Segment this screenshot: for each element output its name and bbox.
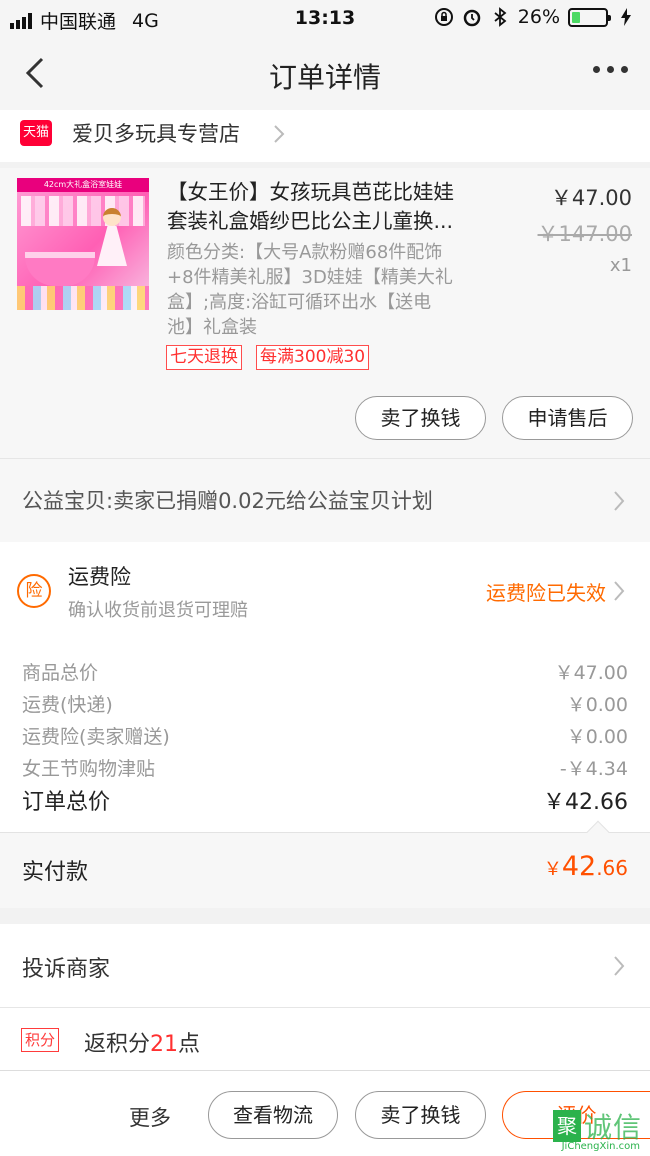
charging-icon	[616, 7, 636, 27]
more-menu-icon[interactable]	[593, 66, 628, 73]
sell-button[interactable]: 卖了换钱	[355, 1091, 486, 1139]
chevron-right-icon	[274, 125, 285, 143]
charity-text: 公益宝贝:卖家已捐赠0.02元给公益宝贝计划	[22, 489, 433, 513]
breakdown-row: 女王节购物津贴 -￥4.34	[22, 758, 628, 780]
status-right: 26%	[434, 6, 636, 28]
charity-row[interactable]: 公益宝贝:卖家已捐赠0.02元给公益宝贝计划	[0, 458, 650, 542]
status-bar: 中国联通 4G 13:13 26%	[0, 0, 650, 36]
product-image-banner: 42cm大礼盒浴室娃娃	[17, 178, 149, 192]
order-total-value: ￥42.66	[543, 790, 628, 815]
nav-bar: 订单详情	[0, 36, 650, 110]
complain-seller-row[interactable]: 投诉商家	[0, 924, 650, 1008]
breakdown-row: 运费(快递) ￥0.00	[22, 694, 628, 716]
product-price: ￥47.00	[550, 186, 632, 210]
paid-amount: ￥42.66	[543, 851, 628, 882]
product-original-price: ￥147.00	[537, 222, 632, 246]
rotation-lock-icon	[434, 7, 454, 27]
after-sale-button[interactable]: 申请售后	[502, 396, 633, 440]
product-quantity: x1	[609, 255, 632, 276]
product-card[interactable]: 42cm大礼盒浴室娃娃 【女王价】女孩玩具芭芘比娃娃 套装礼盒婚纱巴比公主儿童换…	[0, 168, 650, 458]
price-breakdown: 商品总价 ￥47.00 运费(快递) ￥0.00 运费险(卖家赠送) ￥0.00…	[0, 640, 650, 832]
breakdown-row: 运费险(卖家赠送) ￥0.00	[22, 726, 628, 748]
order-total-label: 订单总价	[22, 790, 111, 815]
chevron-right-icon	[614, 581, 625, 601]
actual-paid-row: 实付款 ￥42.66	[0, 820, 650, 908]
tag-discount: 每满300减30	[256, 345, 370, 370]
insurance-title: 运费险	[68, 565, 131, 589]
insurance-desc: 确认收货前退货可理赔	[68, 600, 248, 621]
chevron-right-icon	[614, 956, 625, 976]
points-row: 积分 返积分21点	[0, 1008, 650, 1070]
chevron-right-icon	[614, 491, 625, 511]
points-text: 返积分21点	[84, 1032, 201, 1057]
battery-fill	[572, 11, 581, 23]
page-title: 订单详情	[268, 61, 381, 94]
points-badge: 积分	[21, 1028, 60, 1052]
insurance-icon: 险	[17, 574, 51, 608]
sell-button[interactable]: 卖了换钱	[355, 396, 486, 440]
tag-seven-day-return: 七天退换	[166, 345, 242, 370]
breakdown-row: 商品总价 ￥47.00	[22, 662, 628, 684]
view-logistics-button[interactable]: 查看物流	[208, 1091, 338, 1139]
shop-name[interactable]: 爱贝多玩具专营店	[72, 118, 240, 148]
product-tags: 七天退换 每满300减30	[166, 345, 370, 370]
freight-insurance-row[interactable]: 险 运费险 确认收货前退货可理赔 运费险已失效	[0, 542, 650, 640]
battery-percent: 26%	[517, 6, 560, 28]
bluetooth-icon	[490, 7, 510, 27]
shop-row[interactable]: 天猫 爱贝多玩具专营店	[0, 110, 650, 162]
alarm-icon	[462, 7, 482, 27]
insurance-status[interactable]: 运费险已失效	[486, 577, 606, 606]
order-total-row: 订单总价 ￥42.66	[22, 784, 628, 816]
battery-icon	[568, 7, 611, 27]
product-image[interactable]: 42cm大礼盒浴室娃娃	[17, 178, 149, 310]
more-button[interactable]: 更多	[129, 1102, 171, 1132]
product-sku: 颜色分类:【大号A款粉赠68件配饰 +8件精美礼服】3D娃娃【精美大礼 盒】;高…	[167, 242, 453, 338]
complain-label: 投诉商家	[22, 957, 111, 982]
paid-label: 实付款	[22, 860, 89, 885]
tmall-logo: 天猫	[20, 120, 52, 146]
product-title[interactable]: 【女王价】女孩玩具芭芘比娃娃 套装礼盒婚纱巴比公主儿童换...	[167, 178, 499, 236]
watermark-logo: 聚 诚信 JiChengXin.com	[516, 1106, 642, 1156]
